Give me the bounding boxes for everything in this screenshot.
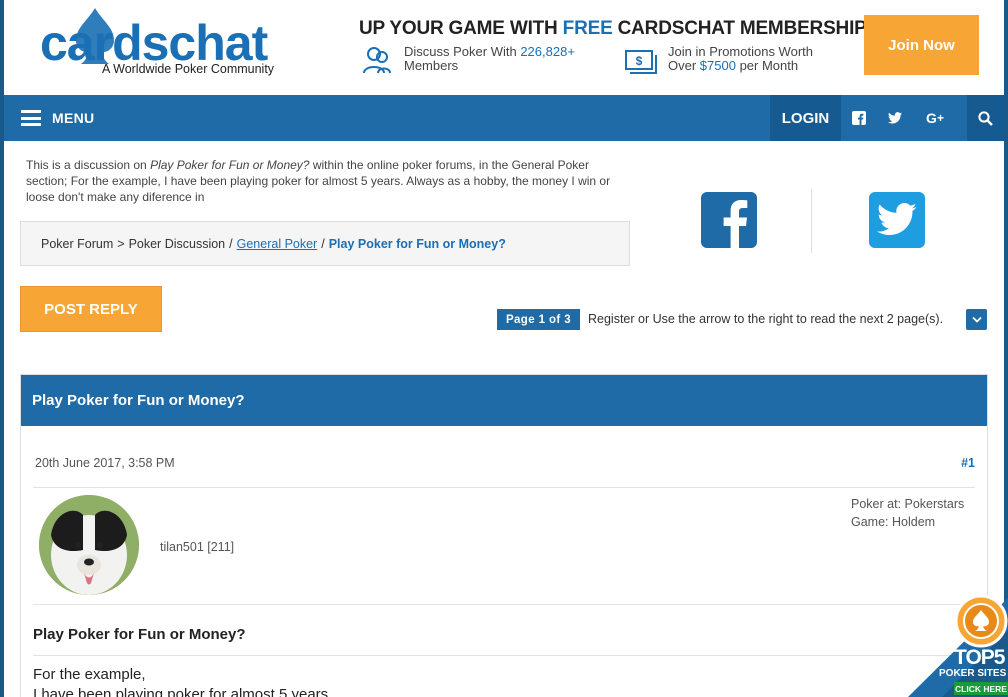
share-facebook-button[interactable]: [701, 192, 757, 248]
top5-sites-label: POKER SITES: [939, 668, 1007, 679]
user-avatar[interactable]: [39, 495, 139, 595]
twitter-share-icon: [877, 203, 917, 236]
dog-avatar-image: [39, 495, 139, 595]
breadcrumb-forum[interactable]: Poker Forum: [41, 237, 113, 251]
post-date: 20th June 2017, 3:58 PM: [35, 456, 175, 470]
share-divider: [811, 189, 812, 253]
search-button[interactable]: [967, 95, 1004, 141]
promo-title: UP YOUR GAME WITH FREE CARDSCHAT MEMBERS…: [359, 18, 867, 40]
promo-money: $ Join in Promotions Worth Over $7500 pe…: [624, 45, 813, 75]
intro-pre: This is a discussion on: [26, 158, 147, 172]
breadcrumb-discussion[interactable]: Poker Discussion: [129, 237, 226, 251]
svg-text:+: +: [937, 111, 944, 125]
promo1-pre: Discuss Poker With: [404, 44, 517, 59]
promo-title-pre: UP YOUR GAME WITH: [359, 18, 558, 39]
money-icon: $: [625, 50, 657, 74]
post-divider: [33, 655, 975, 656]
join-now-button[interactable]: Join Now: [864, 15, 979, 75]
post-divider: [33, 604, 975, 605]
cardschat-logo[interactable]: cardschat A Worldwide Poker Community: [40, 6, 285, 82]
post-reply-button[interactable]: POST REPLY: [20, 286, 162, 332]
svg-text:G: G: [926, 111, 937, 125]
game-type: Game: Holdem: [851, 515, 936, 529]
top5-label: TOP5: [954, 646, 1005, 669]
logo-tagline: A Worldwide Poker Community: [102, 62, 275, 76]
hamburger-icon: [21, 110, 41, 126]
facebook-icon: [852, 111, 866, 125]
breadcrumb: Poker Forum > Poker Discussion / General…: [20, 221, 630, 266]
post-divider: [33, 487, 975, 488]
post-user-meta: Poker at: Pokerstars Game: Holdem: [851, 495, 964, 531]
post-number-link[interactable]: #1: [961, 456, 975, 470]
menu-button[interactable]: MENU: [4, 95, 124, 141]
poker-at: Poker at: Pokerstars: [851, 497, 965, 511]
promo-members: Discuss Poker With 226,828+ Members: [360, 45, 575, 75]
promo-title-free: FREE: [562, 18, 613, 39]
thread-title: Play Poker for Fun or Money?: [21, 375, 987, 426]
google-plus-icon: G +: [926, 111, 944, 125]
breadcrumb-sep3: /: [321, 236, 325, 251]
search-icon: [978, 110, 993, 126]
promo2-amount: $7500: [699, 58, 736, 73]
thread-container: Play Poker for Fun or Money? 20th June 2…: [20, 374, 988, 697]
promo2-over: Over: [668, 58, 697, 73]
svg-text:$: $: [636, 54, 643, 68]
menu-label: MENU: [52, 110, 95, 126]
breadcrumb-sep1: >: [117, 236, 125, 251]
breadcrumb-sep2: /: [229, 236, 233, 251]
site-header: cardschat A Worldwide Poker Community UP…: [4, 0, 1004, 95]
promo2-post: per Month: [739, 58, 799, 73]
intro-topic: Play Poker for Fun or Money?: [150, 158, 310, 172]
page-indicator-badge: Page 1 of 3: [497, 309, 580, 330]
login-button[interactable]: LOGIN: [770, 95, 841, 141]
page-navigation-note: Register or Use the arrow to the right t…: [588, 312, 944, 326]
breadcrumb-current[interactable]: Play Poker for Fun or Money?: [329, 237, 506, 251]
chevron-down-icon: [971, 316, 982, 323]
members-icon: [363, 47, 391, 74]
post-body-line: For the example,: [33, 666, 146, 683]
next-page-button[interactable]: [966, 309, 987, 330]
promo-title-post: CARDSCHAT MEMBERSHIP: [617, 18, 867, 39]
promo1-count: 226,828+: [520, 44, 575, 59]
google-plus-nav-icon[interactable]: G +: [918, 95, 956, 141]
top5-click-label: CLICK HERE: [954, 682, 1008, 695]
facebook-share-icon: [723, 200, 748, 248]
top5-poker-sites-badge[interactable]: TOP5 POKER SITES CLICK HERE: [906, 590, 1008, 697]
share-twitter-button[interactable]: [869, 192, 925, 248]
facebook-nav-icon[interactable]: [841, 95, 877, 141]
twitter-nav-icon[interactable]: [877, 95, 913, 141]
promo2-pre: Join in Promotions Worth: [668, 44, 813, 59]
twitter-icon: [888, 112, 902, 124]
post-username[interactable]: tilan501 [211]: [160, 540, 234, 554]
discussion-intro: This is a discussion on Play Poker for F…: [26, 157, 626, 205]
main-navbar: MENU LOGIN G +: [4, 95, 1004, 141]
post-body-line: I have been playing poker for almost 5 y…: [33, 686, 329, 697]
post-title: Play Poker for Fun or Money?: [33, 626, 246, 643]
breadcrumb-general-poker[interactable]: General Poker: [237, 237, 318, 251]
promo1-post: Members: [404, 58, 459, 73]
top5-badge-graphic: [908, 594, 1008, 697]
